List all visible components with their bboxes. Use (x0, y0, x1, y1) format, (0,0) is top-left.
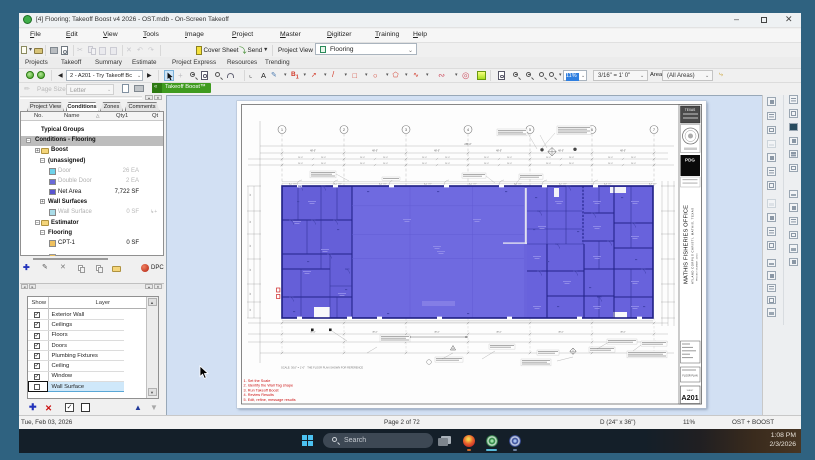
svg-text:24'-0": 24'-0" (608, 163, 613, 165)
svg-text:A-4 TYP: A-4 TYP (424, 182, 432, 185)
svg-text:48'-0": 48'-0" (372, 151, 378, 153)
svg-text:24'-0": 24'-0" (298, 157, 303, 159)
svg-text:24'-0": 24'-0" (360, 163, 365, 165)
svg-text:288'-0": 288'-0" (464, 144, 471, 146)
svg-text:24'-0": 24'-0" (422, 157, 427, 159)
svg-text:24'-0": 24'-0" (507, 163, 512, 165)
svg-text:24'-0": 24'-0" (445, 157, 450, 159)
svg-text:48'-0": 48'-0" (496, 332, 502, 334)
svg-text:6: 6 (591, 127, 594, 132)
svg-text:48'-0": 48'-0" (620, 151, 626, 153)
svg-text:A201: A201 (681, 393, 698, 402)
svg-text:24': 24' (250, 244, 252, 247)
svg-text:MATHIS FISHERIES OFFICE: MATHIS FISHERIES OFFICE (684, 205, 690, 284)
svg-text:5: 5 (529, 127, 532, 132)
svg-text:48'-0": 48'-0" (372, 332, 378, 334)
svg-text:24'-0": 24'-0" (321, 163, 326, 165)
svg-text:1. Set the Scale: 1. Set the Scale (244, 379, 271, 383)
svg-text:SCALE: 3/16" = 1'-0" THE FLO: SCALE: 3/16" = 1'-0" THE FLOOR PLAN SHOW… (281, 366, 363, 370)
svg-text:48'-0": 48'-0" (620, 332, 626, 334)
svg-text:24'-0": 24'-0" (422, 163, 427, 165)
svg-text:48'-0": 48'-0" (434, 332, 440, 334)
svg-text:48'-0": 48'-0" (310, 332, 316, 334)
svg-text:A-8 TYP: A-8 TYP (604, 182, 612, 185)
svg-text:48'-0": 48'-0" (558, 332, 564, 334)
svg-text:24'-0": 24'-0" (631, 163, 636, 165)
svg-text:48'-0": 48'-0" (558, 151, 564, 153)
svg-text:PROJECT NUMBER: 12716: PROJECT NUMBER: 12716 (697, 253, 699, 281)
svg-text:FLOOR PLAN: FLOOR PLAN (682, 375, 697, 378)
svg-text:A-6 TYP: A-6 TYP (514, 182, 522, 185)
svg-text:24'-0": 24'-0" (321, 157, 326, 159)
svg-text:2: 2 (343, 127, 346, 132)
svg-text:24'-0": 24'-0" (507, 157, 512, 159)
svg-text:24'-0": 24'-0" (569, 157, 574, 159)
svg-text:SHEET: SHEET (687, 390, 694, 392)
svg-text:TEXAS: TEXAS (685, 108, 695, 112)
svg-text:24'-0": 24'-0" (546, 157, 551, 159)
svg-text:PDG: PDG (685, 158, 695, 163)
svg-text:2. Identify the Wall Tag shape: 2. Identify the Wall Tag shape (244, 384, 294, 388)
svg-text:24': 24' (250, 292, 252, 295)
svg-text:24'-0": 24'-0" (445, 163, 450, 165)
svg-text:24'-0": 24'-0" (383, 157, 388, 159)
svg-text:A-5 TYP: A-5 TYP (469, 182, 477, 185)
svg-text:48'-0": 48'-0" (496, 151, 502, 153)
svg-text:7: 7 (653, 127, 656, 132)
svg-text:24': 24' (250, 193, 252, 196)
svg-text:ATLAND CORPUS CHRISTI, MATHIS,: ATLAND CORPUS CHRISTI, MATHIS, TEXAS (691, 208, 695, 284)
svg-text:48'-0": 48'-0" (310, 151, 316, 153)
svg-text:24'-0": 24'-0" (569, 163, 574, 165)
svg-text:24'-0": 24'-0" (484, 163, 489, 165)
svg-text:24': 24' (250, 268, 252, 271)
svg-text:A-9 TYP: A-9 TYP (649, 182, 657, 185)
svg-text:A-7 TYP: A-7 TYP (559, 182, 567, 185)
svg-text:24'-0": 24'-0" (631, 157, 636, 159)
svg-text:3. Run Takeoff Boost: 3. Run Takeoff Boost (244, 388, 280, 392)
svg-text:4. Review Results: 4. Review Results (244, 393, 274, 397)
svg-text:48'-0": 48'-0" (434, 151, 440, 153)
svg-text:24'-0": 24'-0" (484, 157, 489, 159)
svg-text:24'-0": 24'-0" (608, 157, 613, 159)
svg-text:24'-0": 24'-0" (360, 157, 365, 159)
svg-text:3: 3 (405, 127, 408, 132)
svg-text:1: 1 (281, 127, 284, 132)
svg-text:A-3 TYP: A-3 TYP (379, 182, 387, 185)
svg-text:24': 24' (250, 308, 252, 311)
svg-text:24': 24' (250, 220, 252, 223)
svg-text:24'-0": 24'-0" (546, 163, 551, 165)
svg-text:A-1 TYP: A-1 TYP (289, 182, 297, 185)
svg-text:24'-0": 24'-0" (383, 163, 388, 165)
svg-text:24'-0": 24'-0" (298, 163, 303, 165)
svg-text:4: 4 (467, 127, 470, 132)
svg-text:5. Edit, refine, message resul: 5. Edit, refine, message results (244, 398, 296, 402)
